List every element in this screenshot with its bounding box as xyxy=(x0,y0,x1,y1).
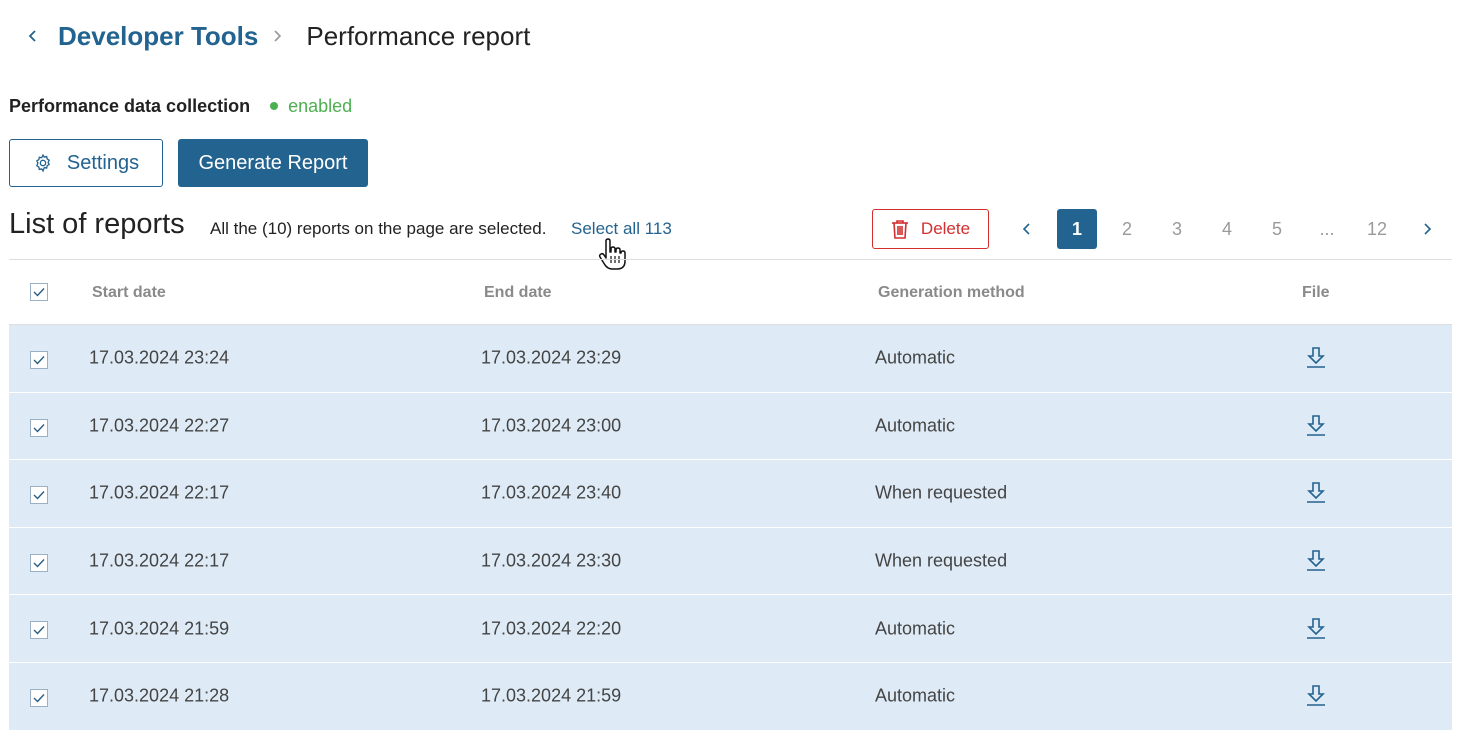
end-date-cell: 17.03.2024 23:30 xyxy=(481,550,622,571)
download-icon[interactable] xyxy=(1305,414,1327,438)
status-dot-icon xyxy=(270,102,279,110)
prev-page-chevron-left-icon[interactable] xyxy=(1007,209,1047,249)
page-button-3[interactable]: 3 xyxy=(1157,209,1197,249)
checkbox-checked-icon xyxy=(33,491,45,500)
end-date-cell: 17.03.2024 21:59 xyxy=(481,685,622,706)
end-date-cell: 17.03.2024 22:20 xyxy=(481,618,622,639)
breadcrumb: Developer Tools Performance report xyxy=(24,16,530,56)
select-all-link[interactable]: Select all 113 xyxy=(571,219,672,239)
download-icon[interactable] xyxy=(1305,481,1327,505)
pagination: 1 2 3 4 5 ... 12 xyxy=(1007,209,1457,249)
generation-method-cell: Automatic xyxy=(875,415,956,436)
download-icon[interactable] xyxy=(1305,346,1327,370)
page-button-4[interactable]: 4 xyxy=(1207,209,1247,249)
end-date-cell: 17.03.2024 23:00 xyxy=(481,415,622,436)
page-button-12[interactable]: 12 xyxy=(1357,209,1397,249)
select-all-checkbox[interactable] xyxy=(30,283,48,301)
end-date-cell: 17.03.2024 23:40 xyxy=(481,482,622,503)
start-date-cell: 17.03.2024 23:24 xyxy=(89,347,230,368)
gear-icon xyxy=(33,153,53,173)
column-header-generation-method[interactable]: Generation method xyxy=(878,284,1025,302)
collection-status: Performance data collection enabled xyxy=(9,94,352,118)
status-label: Performance data collection xyxy=(9,95,251,116)
page-button-1[interactable]: 1 xyxy=(1057,209,1097,249)
reports-table-body: 17.03.2024 23:24 17.03.2024 23:29 Automa… xyxy=(9,325,1452,731)
checkbox-checked-icon xyxy=(33,626,45,635)
table-row[interactable]: 17.03.2024 22:17 17.03.2024 23:30 When r… xyxy=(9,527,1452,596)
row-checkbox[interactable] xyxy=(30,418,48,437)
table-row[interactable]: 17.03.2024 22:27 17.03.2024 23:00 Automa… xyxy=(9,392,1452,461)
generation-method-cell: Automatic xyxy=(875,347,956,368)
generation-method-cell: Automatic xyxy=(875,685,956,706)
generation-method-cell: When requested xyxy=(875,482,1008,503)
table-header: Start date End date Generation method Fi… xyxy=(9,260,1452,325)
row-checkbox[interactable] xyxy=(30,688,48,707)
checkbox-checked-icon xyxy=(33,558,45,568)
page-button-2[interactable]: 2 xyxy=(1107,209,1147,249)
chevron-right-icon xyxy=(272,28,288,44)
start-date-cell: 17.03.2024 22:17 xyxy=(89,482,230,503)
settings-button-label: Settings xyxy=(66,151,140,174)
table-row[interactable]: 17.03.2024 22:17 17.03.2024 23:40 When r… xyxy=(9,460,1452,528)
list-title: List of reports xyxy=(9,208,185,240)
page-title: Performance report xyxy=(306,20,531,51)
page-button-5[interactable]: 5 xyxy=(1257,209,1297,249)
settings-button[interactable]: Settings xyxy=(9,139,163,187)
generate-report-button[interactable]: Generate Report xyxy=(178,139,368,187)
page-ellipsis: ... xyxy=(1319,218,1335,239)
checkbox-checked-icon xyxy=(33,423,45,433)
checkbox-checked-icon xyxy=(33,356,45,365)
checkbox-checked-icon xyxy=(33,288,45,297)
generation-method-cell: When requested xyxy=(875,550,1008,571)
table-row[interactable]: 17.03.2024 21:59 17.03.2024 22:20 Automa… xyxy=(9,595,1452,663)
trash-icon xyxy=(891,219,909,239)
start-date-cell: 17.03.2024 22:27 xyxy=(89,415,230,436)
row-checkbox[interactable] xyxy=(30,351,48,369)
row-checkbox[interactable] xyxy=(30,486,48,505)
breadcrumb-parent-link[interactable]: Developer Tools xyxy=(58,21,258,52)
delete-button[interactable]: Delete xyxy=(872,209,989,249)
generation-method-cell: Automatic xyxy=(875,618,956,639)
column-header-start-date[interactable]: Start date xyxy=(92,284,166,302)
start-date-cell: 17.03.2024 21:28 xyxy=(89,685,230,706)
start-date-cell: 17.03.2024 21:59 xyxy=(89,618,230,639)
start-date-cell: 17.03.2024 22:17 xyxy=(89,550,230,571)
download-icon[interactable] xyxy=(1305,549,1327,573)
next-page-chevron-right-icon[interactable] xyxy=(1407,209,1447,249)
table-row[interactable]: 17.03.2024 23:24 17.03.2024 23:29 Automa… xyxy=(9,325,1452,393)
download-icon[interactable] xyxy=(1305,617,1327,641)
column-header-end-date[interactable]: End date xyxy=(484,284,552,302)
end-date-cell: 17.03.2024 23:29 xyxy=(481,347,622,368)
delete-button-label: Delete xyxy=(920,219,971,238)
download-icon[interactable] xyxy=(1305,684,1327,708)
row-checkbox[interactable] xyxy=(30,621,48,640)
checkbox-checked-icon xyxy=(33,693,45,703)
selection-note: All the (10) reports on the page are sel… xyxy=(210,219,547,238)
table-row[interactable]: 17.03.2024 21:28 17.03.2024 21:59 Automa… xyxy=(9,662,1452,731)
column-header-file: File xyxy=(1302,284,1330,301)
row-checkbox[interactable] xyxy=(30,553,48,572)
status-value: enabled xyxy=(288,95,353,116)
chevron-left-icon[interactable] xyxy=(24,27,42,45)
